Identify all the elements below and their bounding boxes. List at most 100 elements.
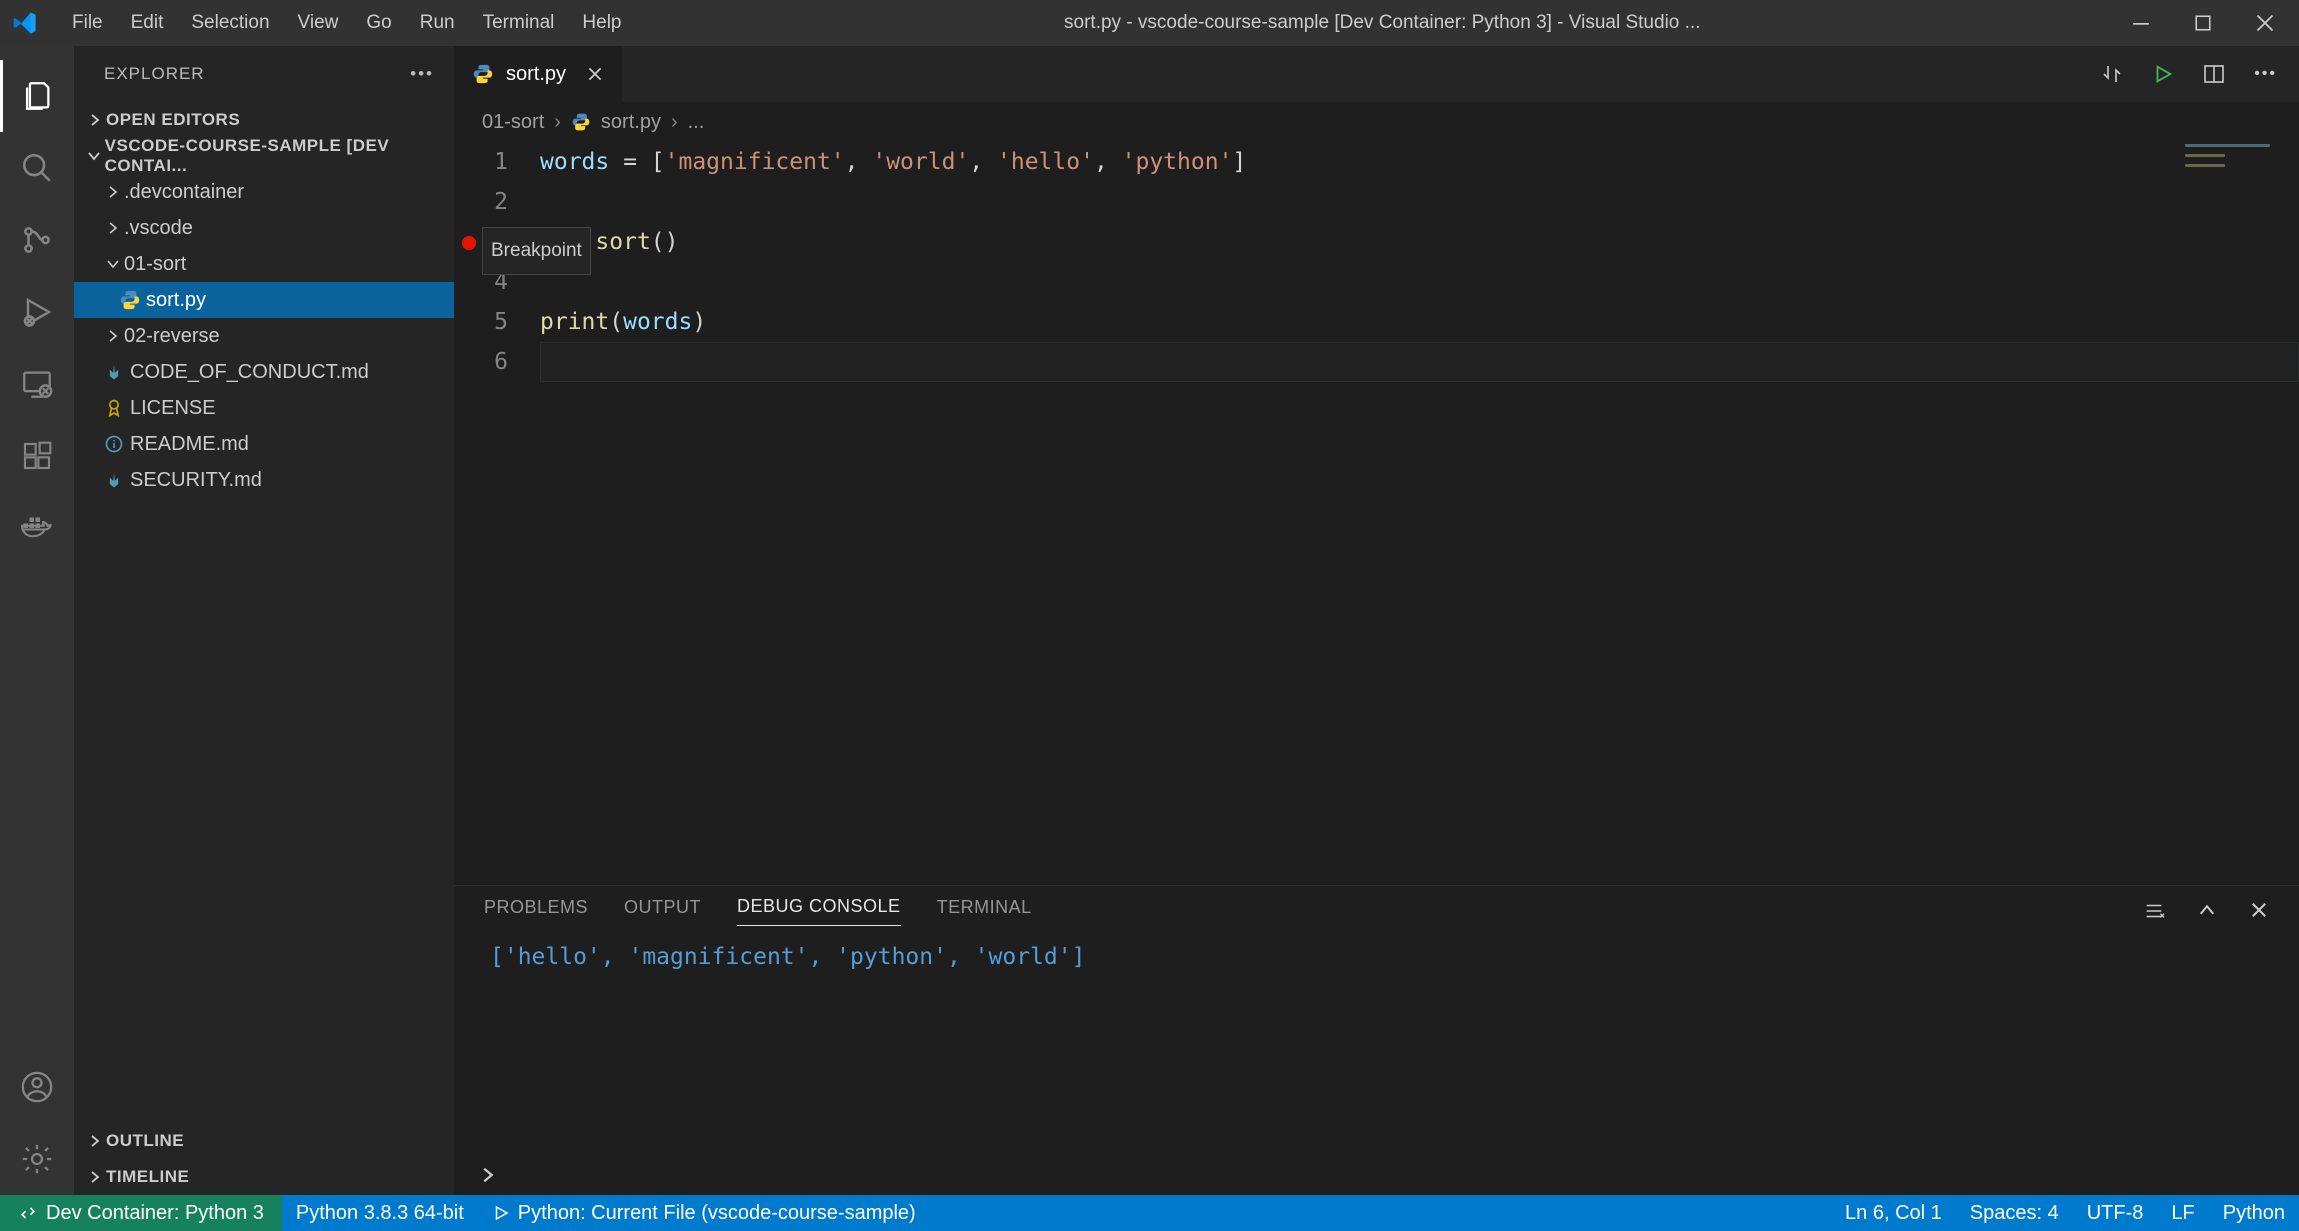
menu-edit[interactable]: Edit <box>117 12 178 34</box>
window-minimize-icon[interactable] <box>2129 13 2153 33</box>
python-file-icon <box>118 289 142 311</box>
code-line[interactable] <box>540 262 2299 302</box>
line-number[interactable]: 1 <box>454 142 508 182</box>
tree-item-label: LICENSE <box>130 397 216 420</box>
open-editors-header[interactable]: OPEN EDITORS <box>74 102 454 138</box>
panel-tab-debug-console[interactable]: DEBUG CONSOLE <box>737 896 901 926</box>
status-launch-label: Python: Current File (vscode-course-samp… <box>518 1202 916 1225</box>
status-interpreter[interactable]: Python 3.8.3 64-bit <box>282 1195 478 1231</box>
activity-docker-icon[interactable] <box>0 492 74 564</box>
code-line[interactable]: words = ['magnificent', 'world', 'hello'… <box>540 142 2299 182</box>
status-cursor-position[interactable]: Ln 6, Col 1 <box>1831 1195 1956 1231</box>
markdown-file-icon <box>102 362 126 382</box>
activity-settings-icon[interactable] <box>0 1123 74 1195</box>
chevron-down-icon <box>84 148 105 164</box>
activity-accounts-icon[interactable] <box>0 1051 74 1123</box>
tree-folder-vscode[interactable]: .vscode <box>74 210 454 246</box>
timeline-label: TIMELINE <box>106 1167 189 1187</box>
tree-item-label: CODE_OF_CONDUCT.md <box>130 361 369 384</box>
window-maximize-icon[interactable] <box>2191 13 2215 33</box>
debug-console-prompt-icon[interactable] <box>478 1165 498 1185</box>
tree-folder-devcontainer[interactable]: .devcontainer <box>74 174 454 210</box>
clear-console-icon[interactable] <box>2143 900 2165 922</box>
tree-folder-02-reverse[interactable]: 02-reverse <box>74 318 454 354</box>
chevron-right-icon: › <box>554 111 561 134</box>
breadcrumbs[interactable]: 01-sort › sort.py › ... <box>454 102 2299 142</box>
timeline-header[interactable]: TIMELINE <box>74 1159 454 1195</box>
python-file-icon <box>571 112 591 132</box>
activity-scm-icon[interactable] <box>0 204 74 276</box>
activity-search-icon[interactable] <box>0 132 74 204</box>
compare-changes-icon[interactable] <box>2100 62 2124 86</box>
status-remote[interactable]: Dev Container: Python 3 <box>0 1195 282 1231</box>
minimap[interactable] <box>2179 142 2299 885</box>
tree-file-code-of-conduct[interactable]: CODE_OF_CONDUCT.md <box>74 354 454 390</box>
tree-folder-01-sort[interactable]: 01-sort <box>74 246 454 282</box>
panel-tab-terminal[interactable]: TERMINAL <box>937 897 1032 926</box>
activity-extensions-icon[interactable] <box>0 420 74 492</box>
code-line[interactable] <box>540 342 2299 382</box>
license-file-icon <box>102 398 126 418</box>
tree-file-readme[interactable]: README.md <box>74 426 454 462</box>
window-title: sort.py - vscode-course-sample [Dev Cont… <box>636 12 2130 34</box>
panel-maximize-icon[interactable] <box>2197 900 2217 922</box>
editor-group: sort.py ••• 01-sort › sort.py › ... <box>454 46 2299 1195</box>
menu-run[interactable]: Run <box>406 12 469 34</box>
panel-tab-output[interactable]: OUTPUT <box>624 897 701 926</box>
breadcrumb-file[interactable]: sort.py <box>601 111 661 134</box>
activity-debug-icon[interactable] <box>0 276 74 348</box>
line-number[interactable]: 6 <box>454 342 508 382</box>
breakpoint-icon[interactable] <box>462 236 476 250</box>
chevron-right-icon: › <box>671 111 678 134</box>
breadcrumb-symbol[interactable]: ... <box>688 111 705 134</box>
status-eol[interactable]: LF <box>2157 1195 2208 1231</box>
file-tree: .devcontainer .vscode 01-sort sort.py 02… <box>74 174 454 1123</box>
line-number[interactable]: Breakpoint <box>454 222 508 262</box>
run-file-icon[interactable] <box>2152 63 2174 85</box>
tree-file-license[interactable]: LICENSE <box>74 390 454 426</box>
menu-view[interactable]: View <box>284 12 353 34</box>
panel-close-icon[interactable] <box>2249 900 2269 922</box>
menu-help[interactable]: Help <box>568 12 635 34</box>
activity-explorer-icon[interactable] <box>0 60 74 132</box>
python-file-icon <box>472 63 494 85</box>
line-number[interactable]: 5 <box>454 302 508 342</box>
titlebar: File Edit Selection View Go Run Terminal… <box>0 0 2299 46</box>
tree-file-sort-py[interactable]: sort.py <box>74 282 454 318</box>
tree-file-security[interactable]: SECURITY.md <box>74 462 454 498</box>
menu-selection[interactable]: Selection <box>177 12 283 34</box>
sidebar-more-icon[interactable]: ••• <box>410 64 434 84</box>
tab-close-icon[interactable] <box>586 65 604 83</box>
code-line[interactable]: rds.sort() <box>540 222 2299 262</box>
code-line[interactable]: print(words) <box>540 302 2299 342</box>
markdown-file-icon <box>102 470 126 490</box>
code-line[interactable] <box>540 182 2299 222</box>
sidebar-title: EXPLORER <box>104 64 205 84</box>
workspace-folder-header[interactable]: VSCODE-COURSE-SAMPLE [DEV CONTAI... <box>74 138 454 174</box>
info-file-icon <box>102 434 126 454</box>
open-editors-label: OPEN EDITORS <box>106 110 240 130</box>
status-bar: Dev Container: Python 3 Python 3.8.3 64-… <box>0 1195 2299 1231</box>
status-encoding[interactable]: UTF-8 <box>2073 1195 2158 1231</box>
window-close-icon[interactable] <box>2253 13 2277 33</box>
editor-tabs: sort.py ••• <box>454 46 2299 102</box>
split-editor-icon[interactable] <box>2202 62 2226 86</box>
code-editor[interactable]: 12Breakpoint456 words = ['magnificent', … <box>454 142 2299 885</box>
status-launch-config[interactable]: Python: Current File (vscode-course-samp… <box>478 1195 930 1231</box>
menu-terminal[interactable]: Terminal <box>469 12 569 34</box>
status-indentation[interactable]: Spaces: 4 <box>1956 1195 2073 1231</box>
menu-file[interactable]: File <box>58 12 117 34</box>
breadcrumb-folder[interactable]: 01-sort <box>482 111 544 134</box>
tree-item-label: sort.py <box>146 289 206 312</box>
tab-sort-py[interactable]: sort.py <box>454 46 623 102</box>
tree-item-label: 02-reverse <box>124 325 220 348</box>
menu-go[interactable]: Go <box>352 12 405 34</box>
activity-remote-explorer-icon[interactable] <box>0 348 74 420</box>
status-language[interactable]: Python <box>2209 1195 2299 1231</box>
activity-bar <box>0 46 74 1195</box>
outline-header[interactable]: OUTLINE <box>74 1123 454 1159</box>
panel-tab-problems[interactable]: PROBLEMS <box>484 897 588 926</box>
tree-item-label: SECURITY.md <box>130 469 262 492</box>
more-actions-icon[interactable]: ••• <box>2254 65 2277 83</box>
line-number[interactable]: 2 <box>454 182 508 222</box>
